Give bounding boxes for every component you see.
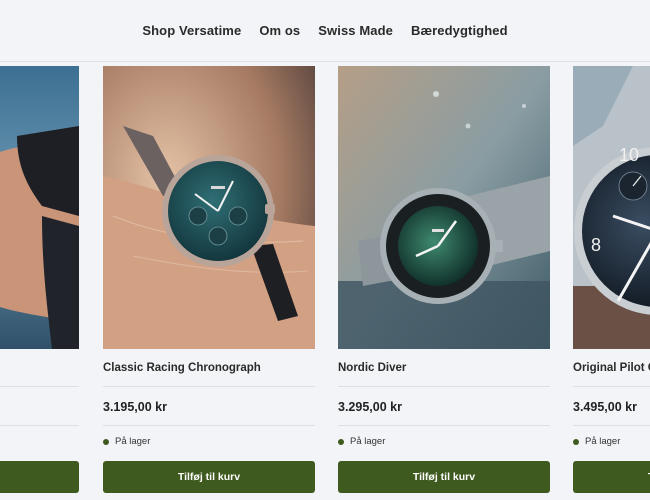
- add-to-cart-button[interactable]: Tilføj til kurv: [338, 461, 550, 493]
- add-to-cart-button[interactable]: [0, 461, 79, 493]
- product-card: 10 8 Original Pilot C 3.495,00 kr På lag…: [573, 66, 650, 500]
- divider: [103, 425, 315, 426]
- divider: [0, 386, 79, 387]
- product-image[interactable]: [103, 66, 315, 349]
- stock-dot-icon: [103, 438, 109, 445]
- product-price: 3.295,00 kr: [338, 400, 402, 414]
- product-image[interactable]: [338, 66, 550, 349]
- stock-dot-icon: [338, 438, 344, 445]
- product-card: Nordic Diver 3.295,00 kr På lager Tilføj…: [338, 66, 550, 500]
- product-title[interactable]: Original Pilot C: [573, 362, 650, 374]
- nav-baeredygtighed[interactable]: Bæredygtighed: [411, 23, 508, 38]
- svg-text:10: 10: [619, 145, 639, 165]
- stock-status: På lager: [338, 436, 385, 447]
- add-to-cart-button[interactable]: Tilføj til kurv: [103, 461, 315, 493]
- stock-label: På lager: [585, 436, 621, 447]
- product-title[interactable]: Nordic Diver: [338, 362, 406, 374]
- divider: [573, 425, 650, 426]
- main-nav: Shop Versatime Om os Swiss Made Bæredygt…: [0, 0, 650, 62]
- nav-om-os[interactable]: Om os: [259, 23, 300, 38]
- product-image[interactable]: 10 8: [573, 66, 650, 349]
- product-price: 3.495,00 kr: [573, 400, 637, 414]
- nav-shop-versatime[interactable]: Shop Versatime: [142, 23, 241, 38]
- divider: [338, 425, 550, 426]
- svg-text:8: 8: [591, 235, 601, 255]
- divider: [338, 386, 550, 387]
- stock-label: På lager: [350, 436, 386, 447]
- product-card: [0, 66, 79, 500]
- product-title[interactable]: Classic Racing Chronograph: [103, 362, 261, 374]
- divider: [103, 386, 315, 387]
- stock-dot-icon: [573, 438, 579, 445]
- stock-status: På lager: [103, 436, 150, 447]
- add-to-cart-button[interactable]: Tilføj til kurv: [573, 461, 650, 493]
- nav-swiss-made[interactable]: Swiss Made: [318, 23, 393, 38]
- product-card: Classic Racing Chronograph 3.195,00 kr P…: [103, 66, 315, 500]
- product-carousel: Classic Racing Chronograph 3.195,00 kr P…: [0, 66, 650, 500]
- stock-status: På lager: [573, 436, 620, 447]
- product-image[interactable]: [0, 66, 79, 349]
- divider: [0, 425, 79, 426]
- stock-label: På lager: [115, 436, 151, 447]
- divider: [573, 386, 650, 387]
- product-price: 3.195,00 kr: [103, 400, 167, 414]
